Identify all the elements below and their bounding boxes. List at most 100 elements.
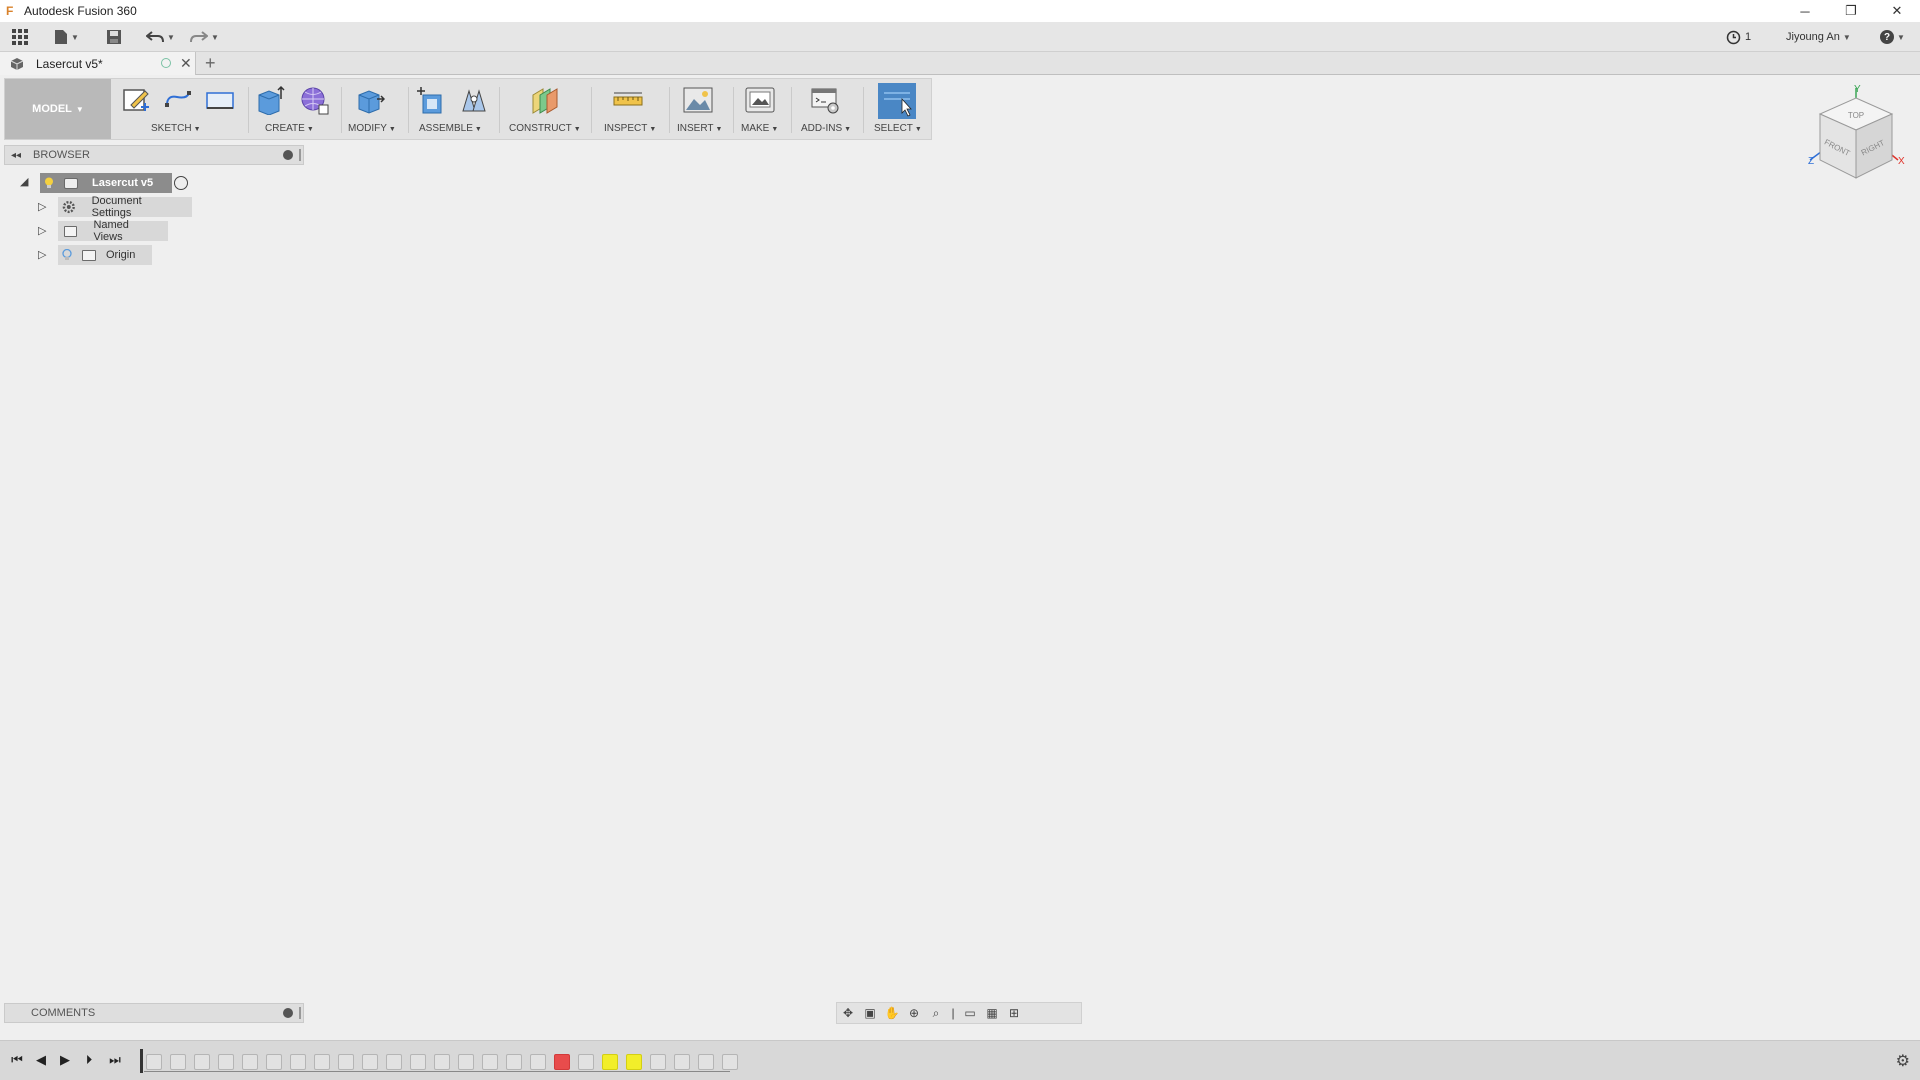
collapse-panel-icon[interactable]: ◂◂ <box>11 150 21 161</box>
close-window-button[interactable]: ✕ <box>1874 0 1920 22</box>
timeline-feature-icon[interactable] <box>218 1054 234 1070</box>
timeline-feature-icon[interactable] <box>602 1054 618 1070</box>
timeline-feature-icon[interactable] <box>434 1054 450 1070</box>
browser-panel-header[interactable]: ◂◂ BROWSER <box>4 145 304 165</box>
timeline-feature-icon[interactable] <box>170 1054 186 1070</box>
rectangle-tool-icon[interactable] <box>205 85 235 115</box>
timeline-feature-icon[interactable] <box>578 1054 594 1070</box>
origin-node[interactable]: Origin <box>58 245 152 265</box>
visibility-bulb-icon[interactable] <box>62 249 72 261</box>
visibility-bulb-icon[interactable] <box>44 177 54 189</box>
data-panel-button[interactable] <box>12 27 29 47</box>
joint-icon[interactable] <box>459 85 489 115</box>
panel-resize-handle[interactable] <box>299 149 301 161</box>
timeline-feature-icon[interactable] <box>482 1054 498 1070</box>
inspect-menu[interactable]: INSPECT ▼ <box>604 123 656 134</box>
timeline-feature-icon[interactable] <box>194 1054 210 1070</box>
fit-zoom-icon[interactable]: ⌕ <box>925 1004 947 1022</box>
select-tool-icon[interactable] <box>878 83 916 119</box>
extrude-icon[interactable] <box>255 85 285 115</box>
timeline-first-button[interactable]: ⏮ <box>8 1051 26 1069</box>
panel-resize-handle[interactable] <box>299 1007 301 1019</box>
workspace-switcher[interactable]: MODEL ▼ <box>5 79 111 139</box>
timeline-play-button[interactable]: ▶ <box>56 1051 74 1069</box>
assemble-menu[interactable]: ASSEMBLE ▼ <box>419 123 482 134</box>
timeline-feature-icon[interactable] <box>146 1054 162 1070</box>
comments-panel-header[interactable]: COMMENTS <box>4 1003 304 1023</box>
grid-settings-icon[interactable]: ▦ <box>981 1004 1003 1022</box>
form-icon[interactable] <box>299 85 329 115</box>
gear-icon[interactable]: ⚙ <box>1896 1051 1910 1071</box>
timeline-feature-icon[interactable] <box>338 1054 354 1070</box>
zoom-icon[interactable]: ⊕ <box>903 1004 925 1022</box>
modify-menu[interactable]: MODIFY ▼ <box>348 123 396 134</box>
redo-button[interactable]: ▼ <box>190 27 219 47</box>
add-comment-icon[interactable] <box>283 1008 293 1018</box>
offset-plane-icon[interactable] <box>530 85 560 115</box>
collapse-triangle-icon[interactable]: ◢ <box>20 175 28 188</box>
timeline-feature-icon[interactable] <box>650 1054 666 1070</box>
timeline-feature-icon[interactable] <box>266 1054 282 1070</box>
timeline-feature-icon[interactable] <box>314 1054 330 1070</box>
create-sketch-icon[interactable] <box>121 85 151 115</box>
timeline-feature-icon[interactable] <box>530 1054 546 1070</box>
viewports-icon[interactable]: ⊞ <box>1003 1004 1025 1022</box>
root-component-node[interactable]: Lasercut v5 <box>40 173 172 193</box>
timeline-next-button[interactable]: ⏵ <box>80 1051 98 1069</box>
new-tab-button[interactable]: + <box>205 53 216 74</box>
timeline-feature-icon[interactable] <box>554 1054 570 1070</box>
help-menu-button[interactable]: ? ▼ <box>1880 22 1905 52</box>
timeline-prev-button[interactable]: ◀ <box>32 1051 50 1069</box>
named-views-node[interactable]: Named Views <box>58 219 168 243</box>
3d-print-icon[interactable] <box>745 85 775 115</box>
timeline-feature-icon[interactable] <box>290 1054 306 1070</box>
file-menu-button[interactable]: ▼ <box>54 27 79 47</box>
timeline-feature-icon[interactable] <box>506 1054 522 1070</box>
pan-hand-icon[interactable]: ✋ <box>881 1004 903 1022</box>
insert-menu[interactable]: INSERT ▼ <box>677 123 722 134</box>
make-menu[interactable]: MAKE ▼ <box>741 123 778 134</box>
line-tool-icon[interactable] <box>163 85 193 115</box>
close-tab-button[interactable]: ✕ <box>180 55 192 72</box>
select-menu[interactable]: SELECT ▼ <box>874 123 922 134</box>
orbit-icon[interactable]: ✥ <box>837 1004 859 1022</box>
timeline-feature-icon[interactable] <box>242 1054 258 1070</box>
save-icon <box>107 30 121 44</box>
save-button[interactable] <box>106 27 122 47</box>
timeline-feature-icon[interactable] <box>386 1054 402 1070</box>
timeline-feature-icon[interactable] <box>722 1054 738 1070</box>
construct-menu[interactable]: CONSTRUCT ▼ <box>509 123 581 134</box>
expand-triangle-icon[interactable]: ▷ <box>38 200 46 213</box>
timeline-feature-icon[interactable] <box>698 1054 714 1070</box>
restore-button[interactable]: ❐ <box>1828 0 1874 22</box>
pin-panel-icon[interactable] <box>283 150 293 160</box>
user-menu-button[interactable]: Jiyoung An ▼ <box>1786 22 1851 52</box>
document-tab[interactable]: Lasercut v5* ✕ <box>0 52 196 75</box>
minimize-button[interactable]: ─ <box>1782 0 1828 22</box>
activate-component-icon[interactable] <box>174 176 188 190</box>
viewcube[interactable]: TOP FRONT RIGHT Y X Z <box>1800 84 1910 184</box>
timeline-last-button[interactable]: ⏭ <box>106 1051 124 1069</box>
timeline-marker[interactable] <box>140 1049 143 1073</box>
sketch-menu[interactable]: SKETCH ▼ <box>151 123 201 134</box>
timeline-feature-icon[interactable] <box>362 1054 378 1070</box>
measure-icon[interactable] <box>613 85 643 115</box>
timeline-feature-icon[interactable] <box>410 1054 426 1070</box>
scripts-addins-icon[interactable] <box>810 85 840 115</box>
document-settings-node[interactable]: Document Settings <box>58 195 192 219</box>
insert-image-icon[interactable] <box>683 85 713 115</box>
expand-triangle-icon[interactable]: ▷ <box>38 224 46 237</box>
addins-menu[interactable]: ADD-INS ▼ <box>801 123 851 134</box>
timeline-feature-icon[interactable] <box>674 1054 690 1070</box>
press-pull-icon[interactable] <box>355 85 385 115</box>
new-component-icon[interactable] <box>417 85 447 115</box>
job-status-button[interactable]: 1 <box>1726 22 1751 52</box>
display-settings-icon[interactable]: ▭ <box>959 1004 981 1022</box>
viewcube-top-label: TOP <box>1848 111 1864 120</box>
timeline-feature-icon[interactable] <box>626 1054 642 1070</box>
timeline-feature-icon[interactable] <box>458 1054 474 1070</box>
look-at-icon[interactable]: ▣ <box>859 1004 881 1022</box>
expand-triangle-icon[interactable]: ▷ <box>38 248 46 261</box>
undo-button[interactable]: ▼ <box>146 27 175 47</box>
create-menu[interactable]: CREATE ▼ <box>265 123 314 134</box>
